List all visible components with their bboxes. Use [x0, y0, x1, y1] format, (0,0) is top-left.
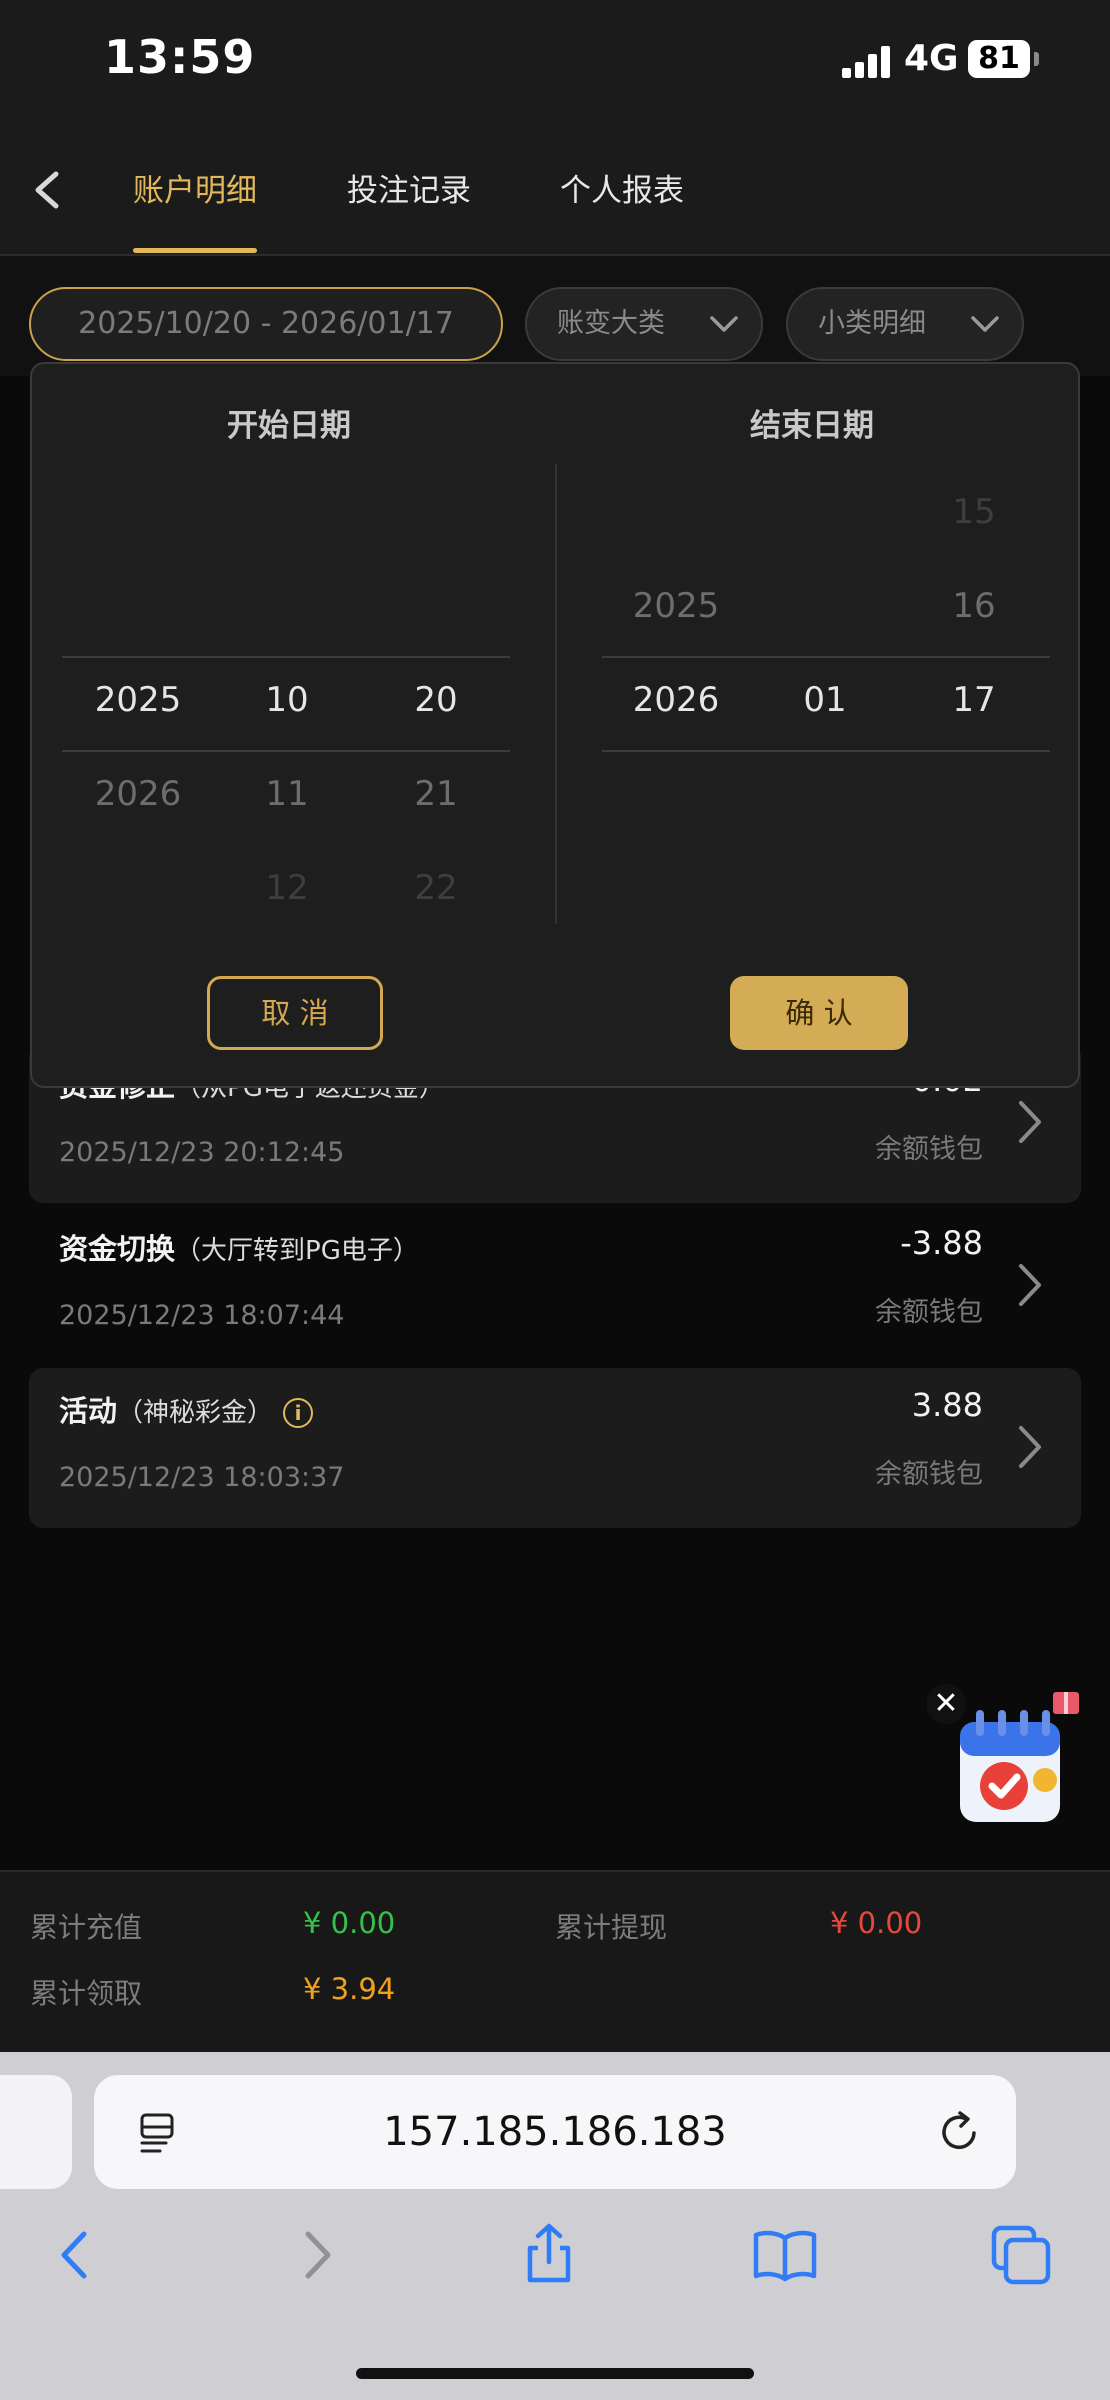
tab-personal-report[interactable]: 个人报表	[560, 165, 684, 210]
subcategory-dropdown[interactable]: 小类明细	[786, 287, 1024, 361]
tabs-icon[interactable]	[986, 2220, 1056, 2290]
start-year-option[interactable]: 2026	[63, 774, 213, 814]
start-month-option[interactable]: 12	[212, 868, 362, 908]
transaction-detail: （大厅转到PG电子）	[175, 1236, 419, 1266]
transaction-amount: 3.88	[911, 1386, 983, 1424]
browser-toolbar: 157.185.186.183	[0, 2052, 1110, 2400]
transaction-time: 2025/12/23 20:12:45	[59, 1137, 345, 1168]
status-bar: 13:59 4G 81	[0, 0, 1110, 130]
deposit-value: ¥ 0.00	[303, 1906, 396, 1940]
bookmarks-icon[interactable]	[750, 2220, 820, 2290]
cell-signal-icon	[842, 46, 892, 78]
deposit-label: 累计充值	[30, 1911, 143, 1944]
transaction-title: 资金切换	[59, 1232, 176, 1266]
start-year-selected[interactable]: 2025	[63, 680, 213, 720]
withdraw-value: ¥ 0.00	[830, 1906, 923, 1940]
end-day-option[interactable]: 16	[899, 586, 1049, 626]
selection-line	[62, 750, 510, 752]
tab-account-details[interactable]: 账户明细	[133, 165, 257, 210]
home-indicator	[356, 2368, 754, 2379]
claimed-value: ¥ 3.94	[303, 1972, 396, 2006]
transaction-row[interactable]: 活动（神秘彩金） i 2025/12/23 18:03:37 3.88 余额钱包	[29, 1368, 1081, 1528]
battery-tip	[1034, 52, 1039, 66]
close-icon[interactable]: ✕	[926, 1684, 966, 1724]
end-date-title: 结束日期	[750, 408, 874, 444]
start-day-option[interactable]: 21	[361, 774, 511, 814]
back-chevron-icon[interactable]	[28, 160, 68, 220]
end-day-selected[interactable]: 17	[899, 680, 1049, 720]
transaction-wallet: 余额钱包	[875, 1134, 983, 1165]
transaction-title: 活动	[59, 1394, 118, 1428]
date-range-field[interactable]: 2025/10/20 - 2026/01/17	[29, 287, 503, 361]
start-day-selected[interactable]: 20	[361, 680, 511, 720]
chevron-right-icon	[1019, 1426, 1041, 1468]
cancel-button[interactable]: 取 消	[207, 976, 383, 1050]
category-dropdown[interactable]: 账变大类	[525, 287, 763, 361]
end-month-selected[interactable]: 01	[750, 680, 900, 720]
selection-line	[602, 656, 1050, 658]
url-text: 157.185.186.183	[383, 2109, 727, 2155]
start-month-option[interactable]: 11	[212, 774, 362, 814]
info-icon[interactable]: i	[283, 1398, 314, 1428]
status-time: 13:59	[104, 30, 256, 84]
transaction-row[interactable]: 资金切换（大厅转到PG电子） 2025/12/23 18:07:44 -3.88…	[29, 1206, 1081, 1366]
header-tabs: 账户明细 投注记录 个人报表	[0, 130, 1110, 256]
share-icon[interactable]	[514, 2220, 584, 2290]
active-tab-indicator	[133, 248, 257, 253]
transaction-time: 2025/12/23 18:07:44	[59, 1300, 345, 1331]
back-icon[interactable]	[40, 2220, 110, 2290]
network-type: 4G	[904, 38, 959, 79]
picker-divider	[555, 464, 557, 924]
tab-bet-records[interactable]: 投注记录	[347, 165, 471, 210]
summary-bar: 累计充值 ¥ 0.00 累计提现 ¥ 0.00 累计领取 ¥ 3.94	[0, 1870, 1110, 2052]
filter-row: 2025/10/20 - 2026/01/17 账变大类 小类明细	[0, 256, 1110, 376]
transaction-amount: -3.88	[900, 1224, 983, 1262]
address-bar[interactable]: 157.185.186.183	[94, 2075, 1016, 2189]
end-year-selected[interactable]: 2026	[601, 680, 751, 720]
withdraw-label: 累计提现	[555, 1911, 668, 1944]
transaction-time: 2025/12/23 18:03:37	[59, 1462, 345, 1493]
start-month-selected[interactable]: 10	[212, 680, 362, 720]
end-year-option[interactable]: 2025	[601, 586, 751, 626]
selection-line	[602, 750, 1050, 752]
transaction-wallet: 余额钱包	[875, 1297, 983, 1328]
transaction-detail: （神秘彩金）	[117, 1398, 274, 1428]
claimed-label: 累计领取	[30, 1977, 143, 2010]
confirm-button[interactable]: 确 认	[730, 976, 908, 1050]
end-day-option[interactable]: 15	[899, 492, 1049, 532]
date-picker-panel: 开始日期 结束日期 2025 2026 10 11 12 20 21 22 20…	[30, 362, 1080, 1088]
reload-icon[interactable]	[936, 2109, 982, 2155]
battery-icon: 81	[968, 40, 1030, 78]
category-dropdown-label: 账变大类	[557, 308, 665, 339]
transaction-wallet: 余额钱包	[875, 1459, 983, 1490]
subcategory-dropdown-label: 小类明细	[818, 308, 926, 339]
start-day-option[interactable]: 22	[361, 868, 511, 908]
start-date-title: 开始日期	[227, 408, 351, 444]
selection-line	[62, 656, 510, 658]
chevron-right-icon	[1019, 1264, 1041, 1306]
forward-icon[interactable]	[282, 2220, 352, 2290]
chevron-down-icon	[971, 316, 999, 332]
calendar-gift-widget[interactable]: ✕	[920, 1680, 1110, 1830]
chevron-right-icon	[1019, 1101, 1041, 1143]
chevron-down-icon	[710, 316, 738, 332]
previous-tab-preview[interactable]	[0, 2075, 72, 2189]
